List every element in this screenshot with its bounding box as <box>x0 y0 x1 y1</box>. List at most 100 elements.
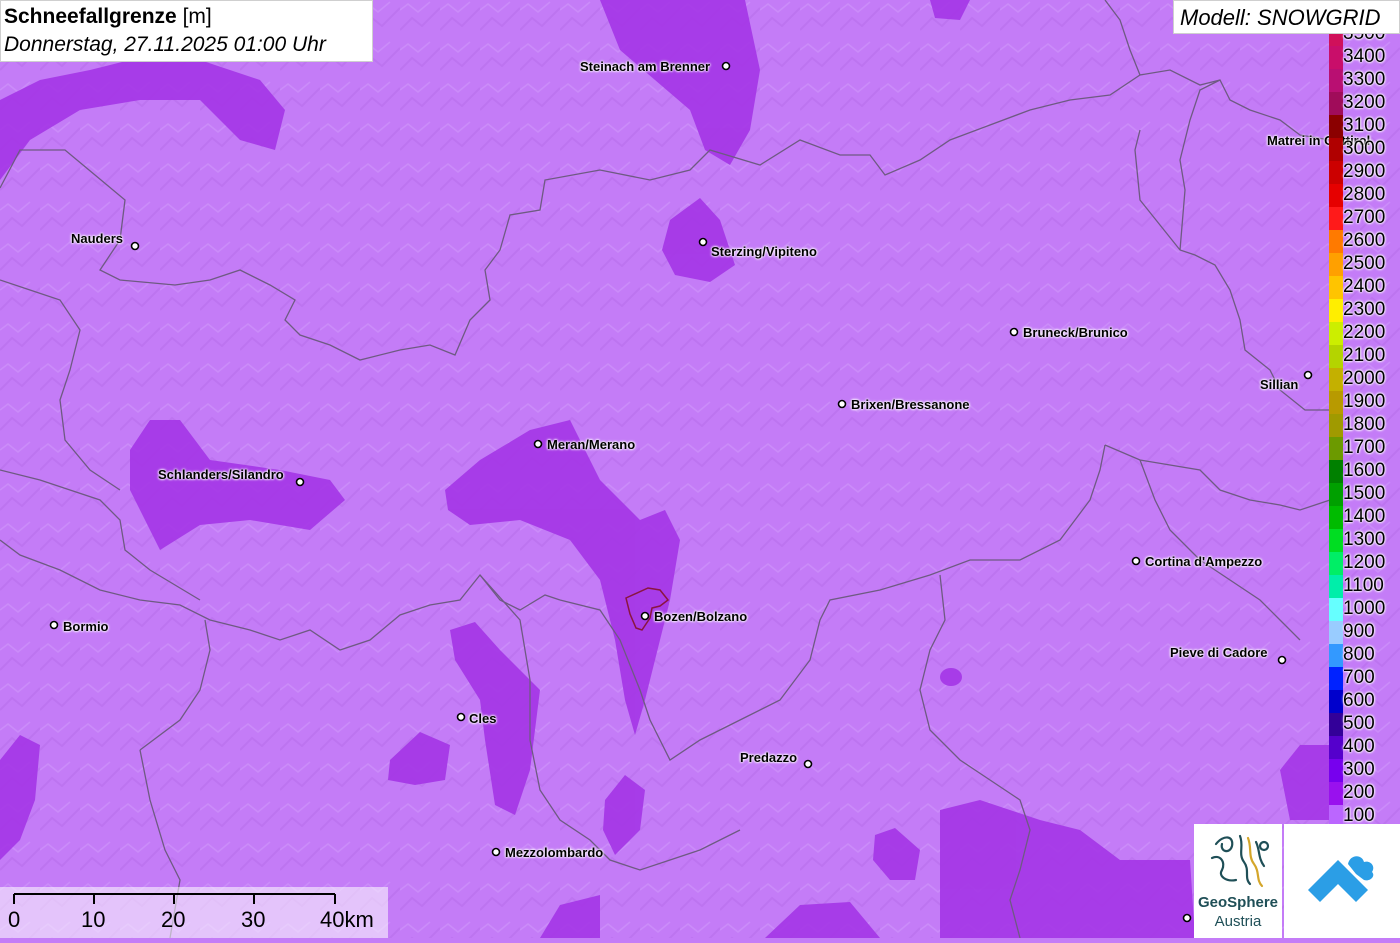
marker-mezzolombardo <box>491 847 501 857</box>
marker-nauders <box>130 241 140 251</box>
legend-label-200: 200 <box>1343 782 1375 803</box>
snowgrid-logo[interactable] <box>1284 824 1400 938</box>
legend-label-700: 700 <box>1343 667 1375 688</box>
marker-steinach <box>721 61 731 71</box>
label-predazzo: Predazzo <box>740 750 798 765</box>
map-datetime: Donnerstag, 27.11.2025 01:00 Uhr <box>4 33 326 56</box>
geosphere-logo[interactable]: GeoSphere Austria <box>1194 824 1282 938</box>
legend-label-1200: 1200 <box>1343 552 1386 573</box>
legend-swatch-3300 <box>1329 69 1343 92</box>
parameter-name: Schneefallgrenze <box>4 5 177 28</box>
marker-southeast <box>1182 913 1192 923</box>
marker-pieve <box>1277 655 1287 665</box>
legend-label-3400: 3400 <box>1343 46 1386 67</box>
legend-swatch-2200 <box>1329 322 1343 345</box>
scale-bar: 0 10 20 30 40km <box>0 887 388 938</box>
legend-swatch-500 <box>1329 713 1343 736</box>
legend-label-3500: 3500 <box>1343 34 1400 45</box>
marker-sillian <box>1303 370 1313 380</box>
legend-swatch-600 <box>1329 690 1343 713</box>
legend-label-3100: 3100 <box>1343 115 1386 136</box>
map-title: Schneefallgrenze [m] <box>4 3 369 31</box>
legend-label-1300: 1300 <box>1343 529 1386 550</box>
label-meran: Meran/Merano <box>547 437 636 452</box>
label-mezzolombardo: Mezzolombardo <box>505 845 604 860</box>
legend-label-2300: 2300 <box>1343 299 1386 320</box>
legend-swatch-2800 <box>1329 184 1343 207</box>
label-bozen: Bozen/Bolzano <box>654 609 748 624</box>
marker-bormio <box>49 620 59 630</box>
marker-bozen <box>640 611 650 621</box>
label-brixen: Brixen/Bressanone <box>851 397 970 412</box>
legend-swatch-800 <box>1329 644 1343 667</box>
label-cortina: Cortina d'Ampezzo <box>1145 554 1263 569</box>
scale-label-10: 10 <box>81 907 106 932</box>
legend-swatch-300 <box>1329 759 1343 782</box>
map-title-box: Schneefallgrenze [m] Donnerstag, 27.11.2… <box>0 0 373 62</box>
legend-swatch-1400 <box>1329 506 1343 529</box>
legend-swatch-2100 <box>1329 345 1343 368</box>
legend-swatch-3000 <box>1329 138 1343 161</box>
geosphere-country: Austria <box>1214 913 1262 930</box>
legend-label-3000: 3000 <box>1343 138 1386 159</box>
legend-label-2000: 2000 <box>1343 368 1386 389</box>
label-bormio: Bormio <box>63 619 109 634</box>
legend-label-2900: 2900 <box>1343 161 1386 182</box>
legend-swatch-2600 <box>1329 230 1343 253</box>
legend-swatch-1300 <box>1329 529 1343 552</box>
legend-swatch-1000 <box>1329 598 1343 621</box>
zone-small-1 <box>940 668 962 686</box>
legend-label-2100: 2100 <box>1343 345 1386 366</box>
legend-swatch-2300 <box>1329 299 1343 322</box>
legend-label-2600: 2600 <box>1343 230 1386 251</box>
label-schlanders: Schlanders/Silandro <box>158 467 284 482</box>
color-legend: 3500340033003200310030002900280027002600… <box>1329 34 1400 824</box>
legend-label-1700: 1700 <box>1343 437 1386 458</box>
legend-label-2800: 2800 <box>1343 184 1386 205</box>
legend-label-1000: 1000 <box>1343 598 1386 619</box>
legend-label-400: 400 <box>1343 736 1375 757</box>
legend-label-3200: 3200 <box>1343 92 1386 113</box>
legend-label-900: 900 <box>1343 621 1375 642</box>
legend-swatch-1600 <box>1329 460 1343 483</box>
marker-schlanders <box>295 477 305 487</box>
legend-label-1600: 1600 <box>1343 460 1386 481</box>
legend-swatch-100 <box>1329 805 1343 824</box>
legend-swatch-1800 <box>1329 414 1343 437</box>
legend-label-2700: 2700 <box>1343 207 1386 228</box>
scale-label-30: 30 <box>241 907 266 932</box>
marker-brixen <box>837 399 847 409</box>
scale-label-0: 0 <box>8 907 21 932</box>
legend-swatch-3100 <box>1329 115 1343 138</box>
label-sterzing: Sterzing/Vipiteno <box>711 244 817 259</box>
marker-cles <box>456 712 466 722</box>
legend-label-300: 300 <box>1343 759 1375 780</box>
legend-swatch-1200 <box>1329 552 1343 575</box>
parameter-unit: [m] <box>182 5 212 28</box>
legend-swatch-1100 <box>1329 575 1343 598</box>
legend-label-600: 600 <box>1343 690 1375 711</box>
label-steinach: Steinach am Brenner <box>580 59 711 74</box>
legend-label-1800: 1800 <box>1343 414 1386 435</box>
legend-swatch-2000 <box>1329 368 1343 391</box>
legend-label-2400: 2400 <box>1343 276 1386 297</box>
legend-label-100: 100 <box>1343 805 1375 824</box>
legend-swatch-1900 <box>1329 391 1343 414</box>
legend-swatch-200 <box>1329 782 1343 805</box>
marker-sterzing <box>698 237 708 247</box>
legend-label-1500: 1500 <box>1343 483 1386 504</box>
legend-label-2200: 2200 <box>1343 322 1386 343</box>
scale-label-20: 20 <box>161 907 186 932</box>
marker-cortina <box>1131 556 1141 566</box>
legend-swatch-700 <box>1329 667 1343 690</box>
legend-swatch-3500 <box>1329 34 1343 46</box>
geosphere-swirl-icon <box>1210 834 1270 888</box>
legend-label-3300: 3300 <box>1343 69 1386 90</box>
legend-label-1900: 1900 <box>1343 391 1386 412</box>
marker-meran <box>533 439 543 449</box>
label-pieve: Pieve di Cadore <box>1170 645 1268 660</box>
legend-label-2500: 2500 <box>1343 253 1386 274</box>
legend-swatch-900 <box>1329 621 1343 644</box>
legend-swatch-2500 <box>1329 253 1343 276</box>
model-label: Modell: SNOWGRID <box>1173 0 1400 34</box>
